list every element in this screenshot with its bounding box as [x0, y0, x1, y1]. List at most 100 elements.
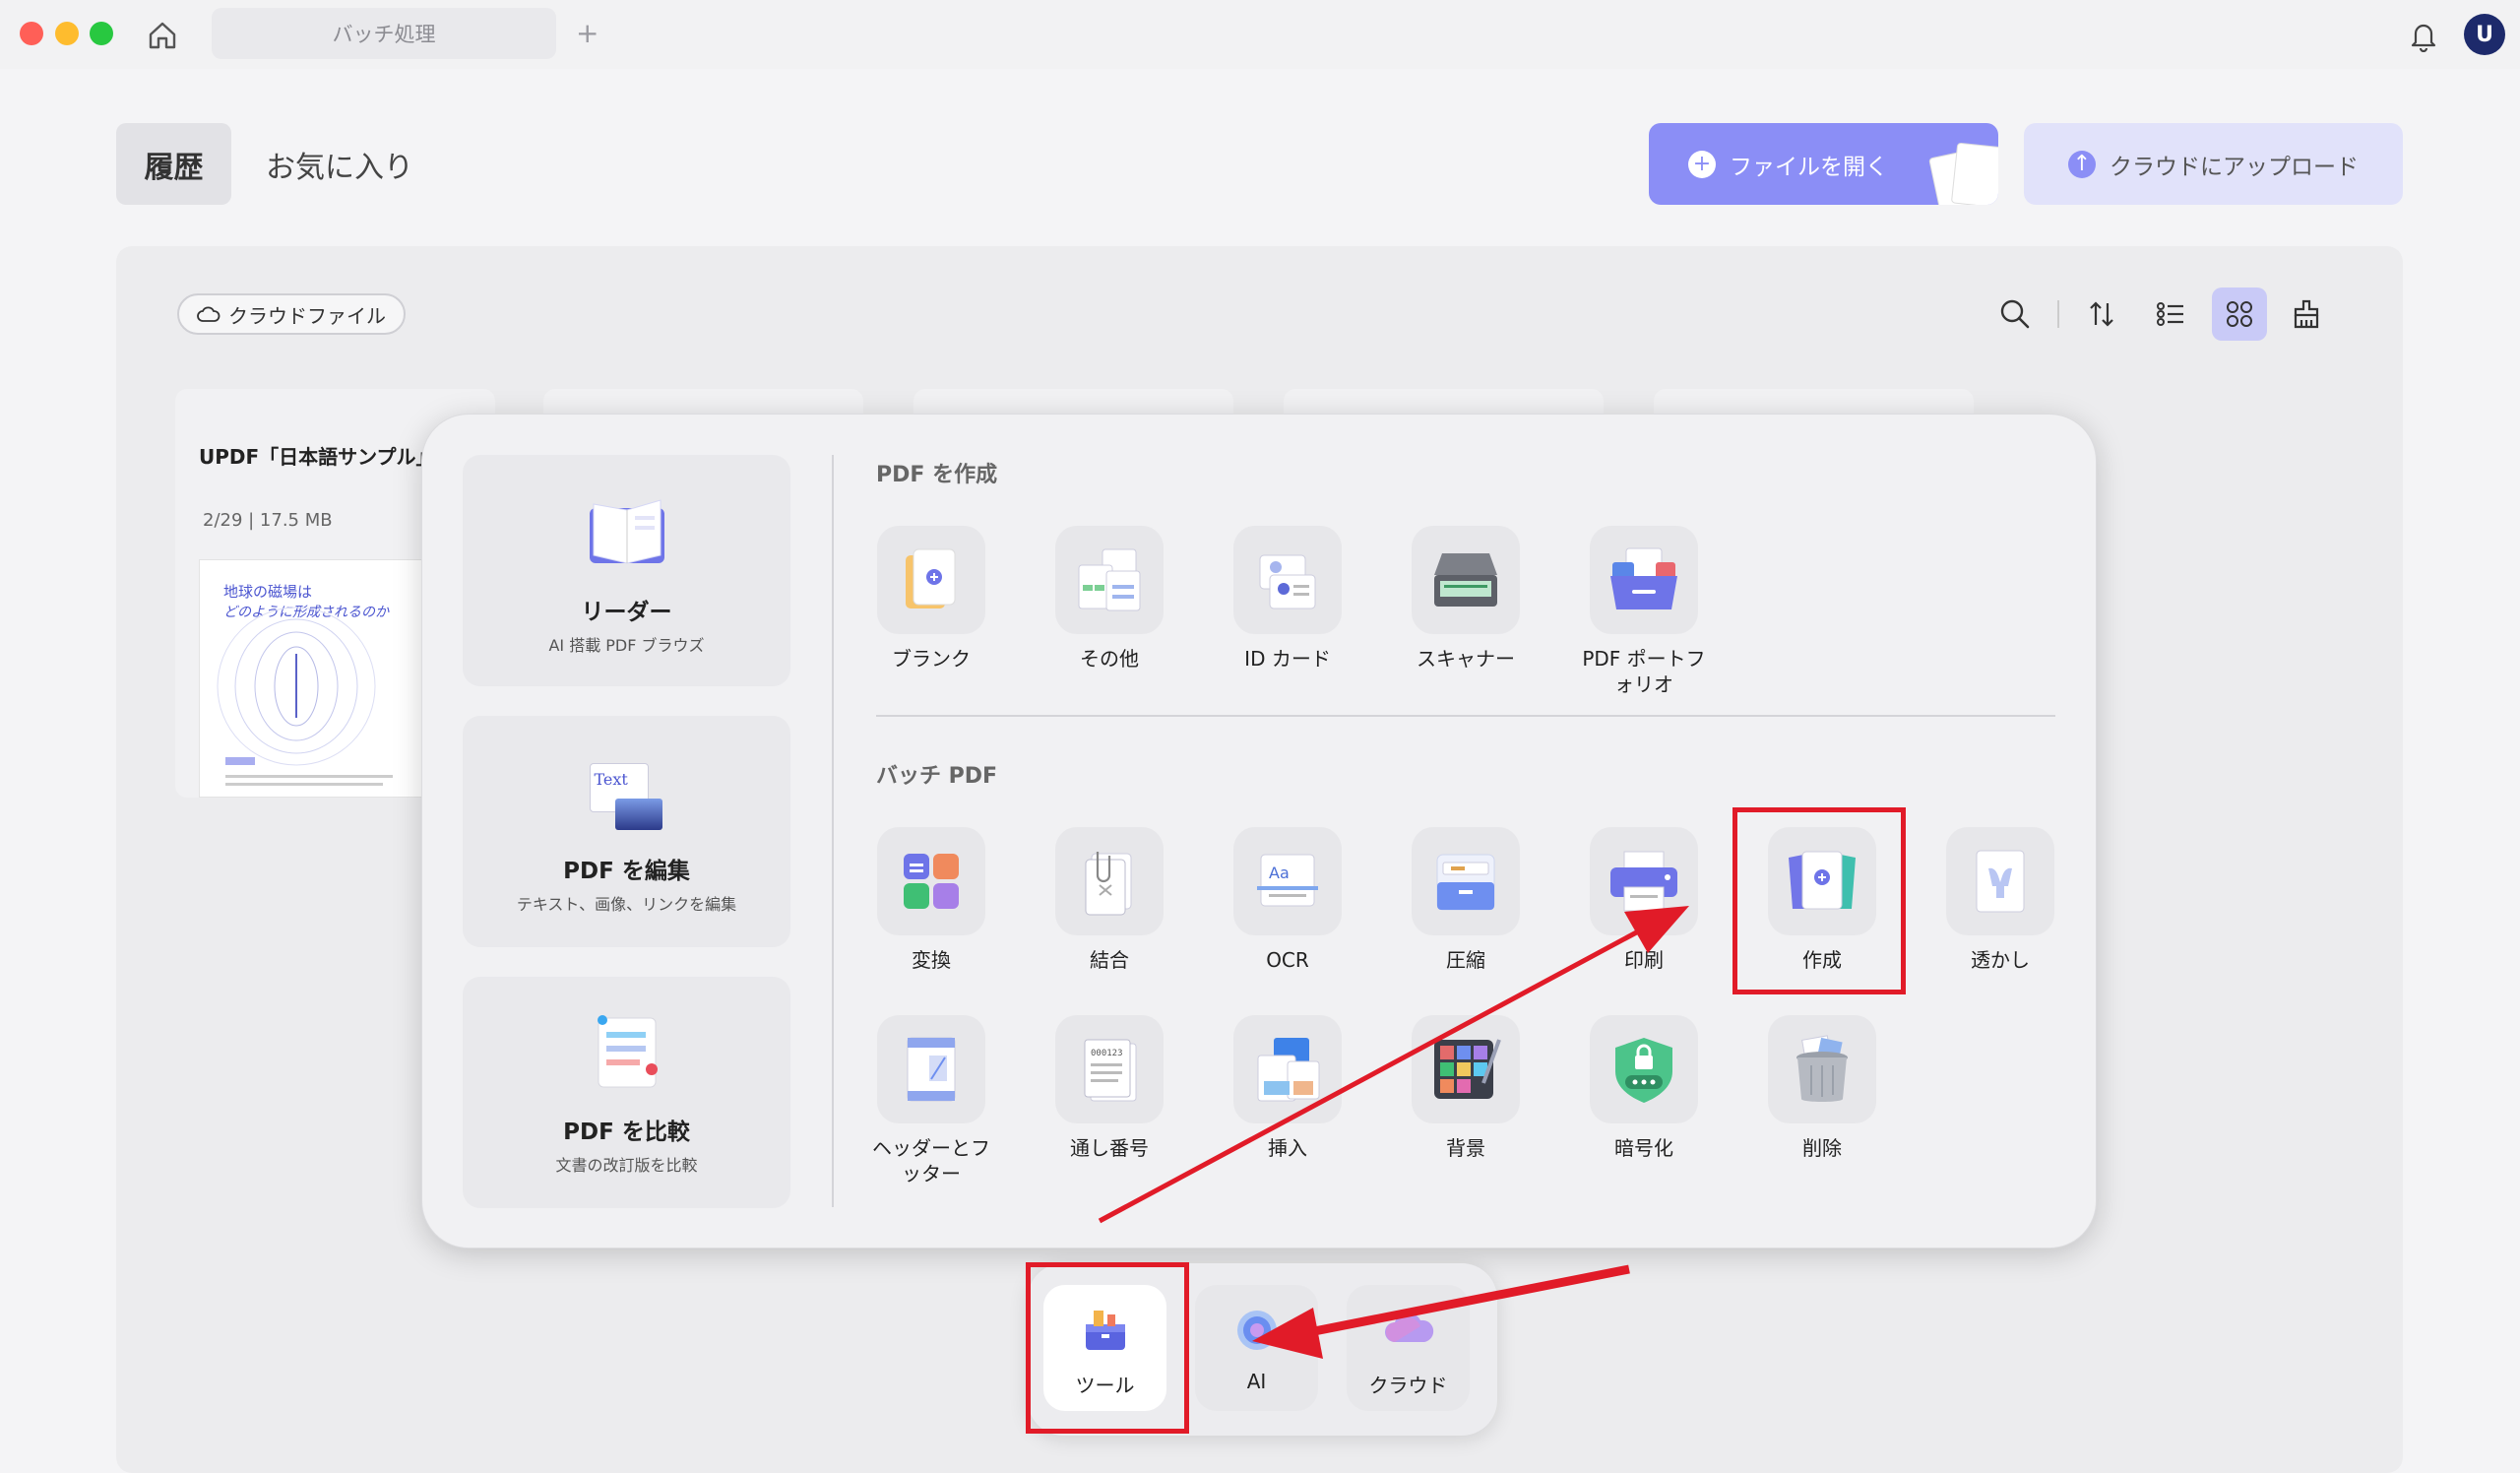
search-icon[interactable]	[1988, 288, 2042, 341]
sort-icon[interactable]	[2075, 288, 2128, 341]
avatar[interactable]: U	[2464, 14, 2505, 55]
home-icon[interactable]	[143, 16, 182, 55]
highlight-box-tools	[1026, 1262, 1189, 1434]
create-other-button[interactable]: その他	[1045, 526, 1173, 672]
edit-pdf-subtitle: テキスト、画像、リンクを編集	[516, 895, 737, 914]
zoom-window-button[interactable]	[90, 22, 113, 45]
upload-icon: ↑	[2068, 150, 2096, 178]
compare-pdf-card[interactable]: PDF を比較 文書の改訂版を比較	[463, 977, 790, 1208]
highlight-box-create	[1732, 807, 1906, 994]
grid-view-icon[interactable]	[2212, 288, 2267, 341]
other-label: その他	[1080, 647, 1139, 671]
close-window-button[interactable]	[20, 22, 43, 45]
combine-icon	[1085, 852, 1132, 916]
tab-history[interactable]: 履歴	[116, 123, 231, 205]
background-label: 背景	[1446, 1136, 1485, 1160]
other-files-icon	[1078, 548, 1141, 611]
convert-label: 変換	[912, 948, 951, 972]
avatar-letter: U	[2476, 22, 2493, 47]
create-portfolio-button[interactable]: PDF ポートフォリオ	[1580, 526, 1708, 697]
batch-convert-button[interactable]: 変換	[867, 827, 995, 973]
cloud-files-button[interactable]: クラウドファイル	[177, 293, 406, 335]
encrypt-label: 暗号化	[1614, 1136, 1673, 1160]
portfolio-label: PDF ポートフォリオ	[1582, 647, 1706, 696]
batch-bates-button[interactable]: 000123 通し番号	[1045, 1015, 1173, 1161]
edit-pdf-card[interactable]: Text PDF を編集 テキスト、画像、リンクを編集	[463, 716, 790, 947]
compress-label: 圧縮	[1446, 948, 1485, 972]
minimize-window-button[interactable]	[55, 22, 79, 45]
batch-section-title: バッチ PDF	[876, 764, 998, 789]
edit-pdf-title: PDF を編集	[563, 859, 690, 884]
bates-number-icon: 000123	[1084, 1039, 1137, 1102]
ai-icon	[1236, 1311, 1277, 1350]
ocr-icon: Aa	[1257, 854, 1318, 907]
tab-batch[interactable]: バッチ処理	[212, 8, 556, 59]
add-tab-button[interactable]: +	[576, 14, 598, 53]
batch-insert-button[interactable]: 挿入	[1224, 1015, 1352, 1161]
cloud-icon	[197, 306, 220, 322]
tab-favorites[interactable]: お気に入り	[266, 123, 413, 205]
reader-card[interactable]: リーダー AI 搭載 PDF ブラウズ	[463, 455, 790, 686]
batch-print-button[interactable]: 印刷	[1580, 827, 1708, 973]
batch-background-button[interactable]: 背景	[1402, 1015, 1530, 1161]
batch-watermark-button[interactable]: 透かし	[1936, 827, 2064, 973]
insert-label: 挿入	[1268, 1136, 1307, 1160]
batch-delete-button[interactable]: 削除	[1758, 1015, 1886, 1161]
print-label: 印刷	[1624, 948, 1664, 972]
section-divider	[876, 715, 2055, 717]
compress-icon	[1436, 854, 1495, 911]
header-footer-label: ヘッダーとフッター	[872, 1136, 990, 1185]
open-file-button[interactable]: + ファイルを開く	[1649, 123, 1998, 205]
edit-text-icon: Text	[589, 763, 664, 832]
create-id-card-button[interactable]: ID カード	[1224, 526, 1352, 672]
tab-label: バッチ処理	[332, 23, 436, 46]
bates-label: 通し番号	[1070, 1136, 1149, 1160]
header-footer-icon	[907, 1037, 956, 1102]
batch-combine-button[interactable]: 結合	[1045, 827, 1173, 973]
delete-label: 削除	[1802, 1136, 1842, 1160]
reader-title: リーダー	[581, 600, 672, 625]
batch-header-footer-button[interactable]: ヘッダーとフッター	[867, 1015, 995, 1186]
scanner-icon	[1434, 553, 1497, 607]
create-scanner-button[interactable]: スキャナー	[1402, 526, 1530, 672]
convert-icon	[904, 854, 959, 909]
file-title[interactable]: UPDF「日本語サンプル」	[199, 441, 436, 470]
ocr-label: OCR	[1266, 948, 1309, 972]
watermark-icon	[1976, 850, 2025, 913]
favorites-label: お気に入り	[266, 150, 413, 185]
printer-icon	[1610, 851, 1677, 912]
dock-ai-label: AI	[1246, 1370, 1267, 1393]
insert-icon	[1257, 1038, 1320, 1102]
dock-ai-button[interactable]: AI	[1195, 1285, 1318, 1411]
thumbnail-figure	[217, 607, 393, 786]
trash-icon	[1796, 1035, 1848, 1102]
svg-text:000123: 000123	[1091, 1049, 1123, 1058]
list-view-icon[interactable]	[2144, 288, 2197, 341]
upload-to-cloud-button[interactable]: ↑ クラウドにアップロード	[2024, 123, 2403, 205]
cloud-icon	[1384, 1313, 1433, 1342]
batch-ocr-button[interactable]: Aa OCR	[1224, 827, 1352, 973]
compare-pdf-title: PDF を比較	[563, 1120, 690, 1145]
history-label: 履歴	[144, 150, 204, 185]
watermark-label: 透かし	[1971, 948, 2030, 972]
plus-icon: +	[1688, 150, 1716, 178]
batch-encrypt-button[interactable]: 暗号化	[1580, 1015, 1708, 1161]
open-file-label: ファイルを開く	[1730, 154, 1888, 180]
dock-cloud-label: クラウド	[1368, 1374, 1448, 1397]
panel-divider	[832, 455, 834, 1207]
portfolio-icon	[1610, 547, 1677, 609]
reader-subtitle: AI 搭載 PDF ブラウズ	[548, 636, 705, 655]
cloud-files-label: クラウドファイル	[228, 303, 386, 328]
compare-pdf-subtitle: 文書の改訂版を比較	[555, 1156, 698, 1175]
file-thumbnail[interactable]: 地球の磁場は どのように形成されるのか	[199, 559, 435, 798]
bell-icon[interactable]	[2404, 16, 2443, 55]
paper-decoration-icon	[1950, 142, 1998, 205]
clean-icon[interactable]	[2280, 288, 2333, 341]
scanner-label: スキャナー	[1417, 647, 1515, 671]
compare-icon	[597, 1015, 658, 1088]
upload-label: クラウドにアップロード	[2110, 154, 2359, 180]
dock-cloud-button[interactable]: クラウド	[1347, 1285, 1470, 1411]
blank-page-icon	[906, 548, 956, 608]
create-blank-button[interactable]: ブランク	[867, 526, 995, 672]
batch-compress-button[interactable]: 圧縮	[1402, 827, 1530, 973]
